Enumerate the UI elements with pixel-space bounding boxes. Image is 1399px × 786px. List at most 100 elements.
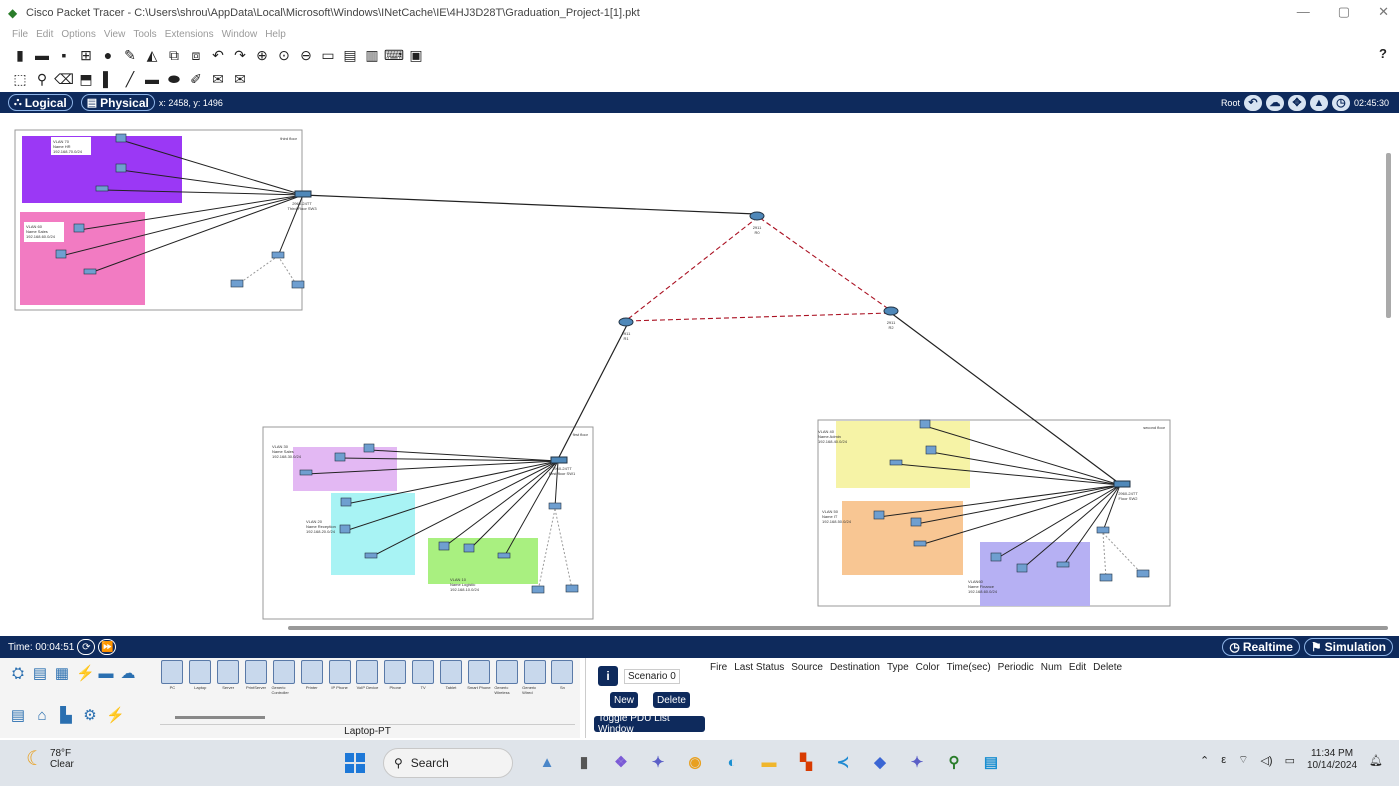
maximize-button[interactable]: ▢: [1338, 4, 1350, 20]
taskbar-search[interactable]: ⚲ Search: [383, 748, 513, 778]
taskbar-clock[interactable]: 11:34 PM 10/14/2024: [1307, 748, 1357, 772]
pc-device[interactable]: [990, 552, 1002, 562]
packet-tracer-task-icon[interactable]: ⚲: [942, 750, 966, 774]
router-r0[interactable]: 2911 R0: [749, 211, 765, 235]
menu-help[interactable]: Help: [265, 29, 286, 40]
draw-ellipse-icon[interactable]: ⬬: [166, 71, 182, 87]
access-point-device[interactable]: [271, 251, 285, 259]
pc-device[interactable]: [115, 163, 127, 173]
undo-icon[interactable]: ↶: [210, 47, 226, 63]
connections-icon[interactable]: ⚡: [76, 666, 95, 682]
ipc-icon[interactable]: ⌨: [384, 47, 404, 63]
notification-bell-icon[interactable]: 🔔︎: [1369, 754, 1383, 767]
menu-file[interactable]: File: [12, 29, 28, 40]
vertical-scrollbar[interactable]: [1386, 153, 1391, 318]
set-background-icon[interactable]: ▲: [1309, 94, 1328, 111]
power-cycle-icon[interactable]: ⟳: [77, 639, 96, 655]
copilot-icon[interactable]: ❖: [609, 750, 633, 774]
fast-forward-icon[interactable]: ⏩: [98, 639, 117, 655]
device-printserver[interactable]: PrintServer: [244, 660, 269, 700]
multiuser-icon[interactable]: ☁: [120, 666, 136, 682]
paste-icon[interactable]: ⧈: [188, 47, 204, 63]
menu-options[interactable]: Options: [61, 29, 95, 40]
link-r0-r2[interactable]: [759, 217, 891, 311]
notepad-icon[interactable]: ▤: [979, 750, 1003, 774]
viewport-clock-icon[interactable]: ◷: [1331, 94, 1350, 111]
edge-icon[interactable]: ◐: [720, 750, 744, 774]
info-icon[interactable]: ●: [100, 47, 116, 63]
pc-device[interactable]: [873, 510, 885, 520]
device-sniffer[interactable]: Sn: [550, 660, 575, 700]
menu-extensions[interactable]: Extensions: [165, 29, 214, 40]
new-scenario-button[interactable]: New: [610, 692, 639, 708]
printer-device[interactable]: [83, 268, 97, 275]
store-icon[interactable]: ▚: [794, 750, 818, 774]
task-view-icon[interactable]: ▮: [572, 750, 596, 774]
close-button[interactable]: ✕: [1378, 4, 1389, 20]
add-simple-pdu-icon[interactable]: ✉: [210, 71, 226, 87]
device-ip-phone[interactable]: IP Phone: [327, 660, 352, 700]
wifi-icon[interactable]: ⌔: [1238, 753, 1248, 767]
pc-device[interactable]: [363, 443, 375, 453]
copy-icon[interactable]: ⧉: [166, 47, 182, 63]
simulation-tab[interactable]: ⚑ Simulation: [1303, 638, 1393, 656]
smart-city-icon[interactable]: ▙: [58, 708, 74, 724]
pc-device[interactable]: [1016, 563, 1028, 573]
draw-rectangle-icon[interactable]: ▬: [144, 71, 160, 87]
router-r2[interactable]: 2911 R2: [883, 306, 899, 330]
pc-device[interactable]: [115, 133, 127, 143]
access-point-device[interactable]: [1096, 526, 1110, 534]
printer-device[interactable]: [889, 459, 903, 466]
switch-sw3[interactable]: 2960-24TT Third Floor SW3: [287, 190, 317, 211]
tablet-device[interactable]: [1099, 573, 1113, 582]
link-sw3-r0[interactable]: [302, 194, 757, 215]
printer-device[interactable]: [1056, 561, 1070, 568]
inspect-icon[interactable]: ⚲: [34, 71, 50, 87]
note-icon[interactable]: ▌: [100, 71, 116, 87]
draw-line-icon[interactable]: ╱: [122, 71, 138, 87]
components-icon[interactable]: ▦: [54, 666, 70, 682]
device-generic-wireless[interactable]: Generic Wireless: [494, 660, 519, 700]
printer-device[interactable]: [364, 552, 378, 559]
physical-tab[interactable]: ▤ Physical: [80, 94, 155, 111]
home-icon[interactable]: ⌂: [34, 708, 50, 724]
zoom-reset-icon[interactable]: ⊙: [276, 47, 292, 63]
save-icon[interactable]: ▪: [56, 47, 72, 63]
delete-scenario-button[interactable]: Delete: [653, 692, 690, 708]
zoom-out-icon[interactable]: ⊖: [298, 47, 314, 63]
realtime-tab[interactable]: ◷ Realtime: [1222, 638, 1300, 656]
power-grid-icon[interactable]: ⚡: [106, 708, 125, 724]
menu-window[interactable]: Window: [222, 29, 258, 40]
printer-device[interactable]: [95, 185, 109, 192]
pc-device[interactable]: [339, 524, 351, 534]
picture-icon[interactable]: ▣: [408, 47, 424, 63]
device-generic-controller[interactable]: Generic Controller: [271, 660, 296, 700]
device-phone[interactable]: Phone: [383, 660, 408, 700]
laptop-device[interactable]: [565, 584, 579, 593]
menu-edit[interactable]: Edit: [36, 29, 53, 40]
toggle-pdu-list-button[interactable]: Toggle PDU List Window: [594, 713, 705, 735]
minimize-button[interactable]: —: [1297, 4, 1310, 20]
industrial-icon[interactable]: ⚙: [82, 708, 98, 724]
tablet-device[interactable]: [531, 585, 545, 594]
back-icon[interactable]: ↶: [1243, 94, 1262, 111]
file-explorer-icon[interactable]: ▬: [757, 750, 781, 774]
end-devices-icon[interactable]: ▤: [32, 666, 48, 682]
device-pc[interactable]: PC: [160, 660, 185, 700]
horizontal-scrollbar[interactable]: [288, 626, 1388, 630]
end-devices-sub-icon[interactable]: ▤: [10, 708, 26, 724]
link-r0-r1[interactable]: [627, 216, 759, 320]
help-icon[interactable]: ?: [1379, 46, 1387, 61]
switch-sw2[interactable]: 2960-24TT Floor SW2: [1113, 480, 1138, 501]
pc-device[interactable]: [925, 445, 937, 455]
scenario-select[interactable]: Scenario 0: [624, 668, 680, 684]
device-smartphone[interactable]: Smart Phone: [466, 660, 491, 700]
move-object-icon[interactable]: ✥: [1287, 94, 1306, 111]
custom-device-icon[interactable]: ◭: [144, 47, 160, 63]
cluster-icon[interactable]: ☁: [1265, 94, 1284, 111]
tablet-device[interactable]: [230, 279, 244, 288]
pc-device[interactable]: [438, 541, 450, 551]
logical-workspace[interactable]: third floor first floor second floor VLA…: [0, 113, 1399, 634]
laptop-device[interactable]: [291, 280, 305, 289]
pc-device[interactable]: [73, 223, 85, 233]
